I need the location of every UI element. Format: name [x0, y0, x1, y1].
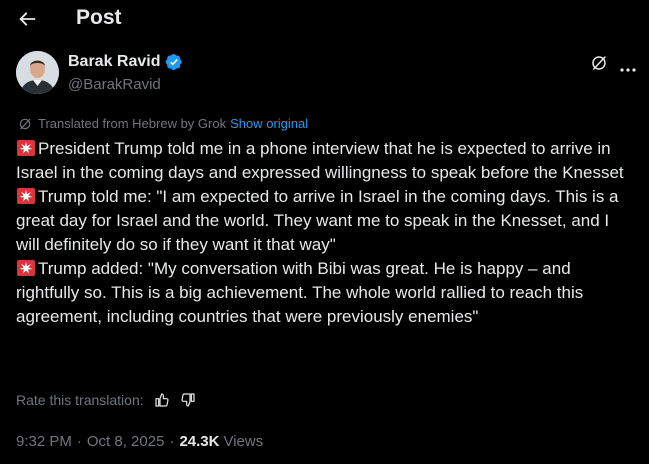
more-button[interactable] [620, 60, 636, 72]
views-label: Views [223, 433, 264, 450]
rate-label: Rate this translation: [16, 392, 144, 408]
grok-button[interactable] [590, 54, 608, 72]
translation-notice: Translated from Hebrew by Grok Show orig… [18, 116, 308, 131]
post-paragraph-text: Trump told me: "I am expected to arrive … [16, 187, 619, 254]
post-date[interactable]: Oct 8, 2025 [87, 433, 165, 450]
author-handle[interactable]: @BarakRavid [68, 76, 161, 93]
post-paragraph: President Trump told me in a phone inter… [16, 137, 636, 185]
page-title: Post [76, 6, 122, 29]
grok-icon [19, 118, 31, 129]
post-header: Post [0, 0, 649, 40]
post-page: Post Barak Ravid @BarakRavid Translated … [0, 0, 649, 464]
show-original-link[interactable]: Show original [230, 116, 308, 131]
verified-badge-icon [165, 53, 182, 71]
post-text: President Trump told me in a phone inter… [16, 137, 636, 329]
back-button[interactable] [16, 8, 38, 30]
post-paragraph-text: Trump added: "My conversation with Bibi … [16, 259, 584, 326]
author-name-row: Barak Ravid [68, 53, 183, 71]
separator-dot: · [76, 433, 82, 450]
rate-translation: Rate this translation: [16, 392, 196, 408]
thumbs-up-icon[interactable] [154, 392, 170, 408]
post-paragraph: Trump added: "My conversation with Bibi … [16, 257, 636, 329]
separator-dot: · [169, 433, 175, 450]
avatar-image [16, 51, 59, 94]
post-time[interactable]: 9:32 PM [16, 433, 72, 450]
grok-icon [592, 56, 606, 70]
arrow-left-icon [19, 12, 36, 26]
author-name[interactable]: Barak Ravid [68, 53, 161, 71]
siren-emoji-icon [17, 260, 35, 276]
post-paragraph-text: President Trump told me in a phone inter… [16, 139, 624, 182]
post-meta: 9:32 PM · Oct 8, 2025 · 24.3K Views [16, 433, 263, 450]
avatar[interactable] [16, 51, 59, 94]
translation-label: Translated from Hebrew by Grok [38, 116, 227, 131]
views-count: 24.3K [179, 433, 220, 450]
post-paragraph: Trump told me: "I am expected to arrive … [16, 185, 636, 257]
siren-emoji-icon [17, 188, 35, 204]
thumbs-down-icon[interactable] [180, 392, 196, 408]
more-horizontal-icon [620, 68, 636, 72]
siren-emoji-icon [17, 140, 35, 156]
